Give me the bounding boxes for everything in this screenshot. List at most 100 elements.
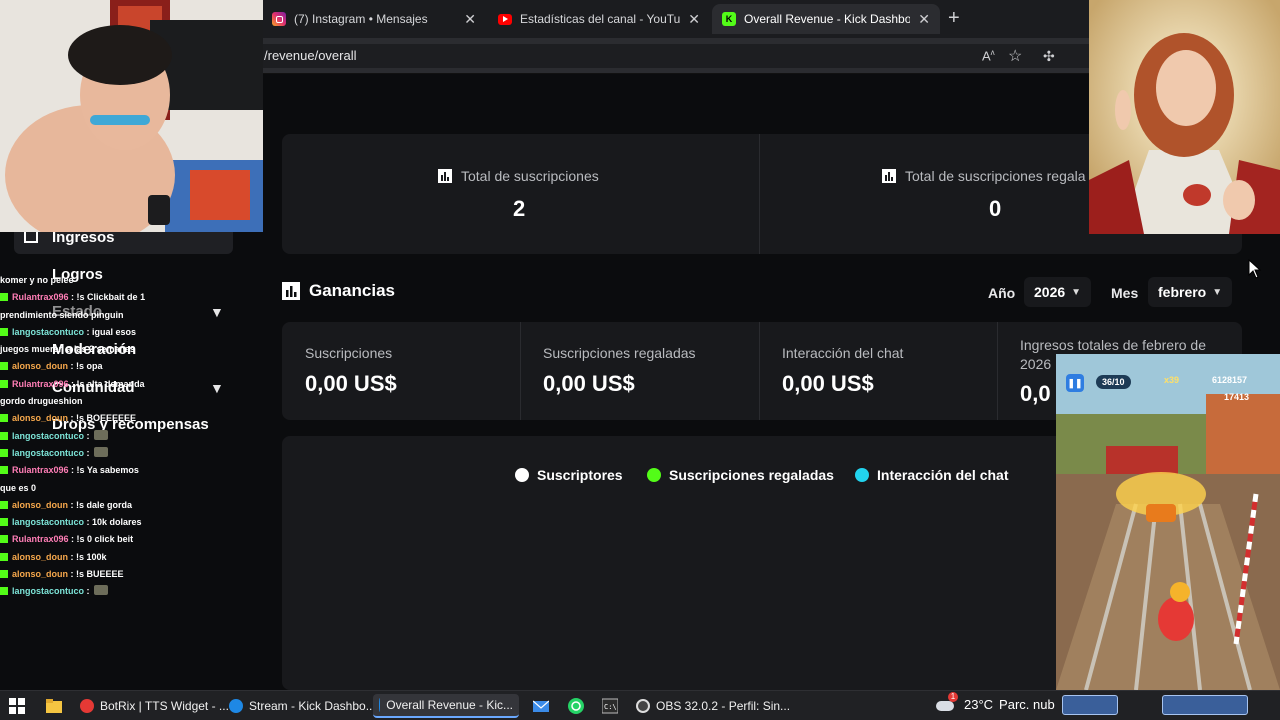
game-scene-image	[1056, 354, 1280, 690]
chat-username[interactable]: langostacontuco	[12, 431, 84, 441]
year-label: Año	[988, 285, 1016, 301]
extensions-icon[interactable]: ✣	[1043, 48, 1055, 65]
earnings-chat-value: 0,00 US$	[782, 371, 874, 396]
chat-text: : !s BOEEEEEE	[70, 413, 137, 424]
youtube-icon	[498, 13, 512, 25]
chat-message: langostacontuco : 10k dolares	[0, 514, 255, 531]
chat-text: gordo drugueshion	[0, 396, 83, 407]
tab-youtube[interactable]: Estadísticas del canal - YouTube St ✕	[488, 4, 710, 34]
earnings-total-value: 0,0	[1020, 381, 1051, 406]
portrait-image	[1089, 0, 1280, 234]
chat-message: langostacontuco :	[0, 583, 255, 600]
total-subscriptions-value: 2	[513, 196, 526, 221]
year-value: 2026	[1034, 284, 1066, 300]
gifted-subscriptions-label: Total de suscripciones regala	[882, 168, 1086, 184]
chat-username[interactable]: alonso_doun	[12, 413, 68, 423]
chat-username[interactable]: Rulantrax096	[12, 465, 69, 475]
chat-text: prendimiento siendo pinguin	[0, 309, 124, 320]
windows-taskbar: BotRix | TTS Widget - ... Stream - Kick …	[0, 690, 1280, 720]
close-icon[interactable]: ✕	[464, 11, 476, 28]
legend-gifted-subs[interactable]: Suscripciones regaladas	[647, 467, 834, 483]
coin-count: 17413	[1224, 392, 1250, 402]
chat-username[interactable]: alonso_doun	[12, 500, 68, 510]
chat-message: alonso_doun : !s BOEEEEEE	[0, 410, 255, 427]
chat-text: :	[86, 430, 90, 441]
kick-icon: K	[722, 12, 736, 26]
chat-emote	[93, 429, 108, 440]
earnings-title: Ganancias	[282, 281, 395, 301]
chat-text: :	[86, 586, 90, 597]
taskbar-app-stream-dashboard[interactable]: Stream - Kick Dashbo...	[223, 694, 382, 718]
earnings-gifted-label: Suscripciones regaladas	[543, 345, 696, 361]
chat-text: : 10k dolares	[86, 517, 142, 528]
chat-username[interactable]: alonso_doun	[12, 552, 68, 562]
chat-message: langostacontuco : igual esos	[0, 324, 255, 341]
weather-widget[interactable]: 1 23°C Parc. nub	[936, 692, 1055, 712]
taskbar-app-overall-revenue[interactable]: Overall Revenue - Kic...	[373, 694, 519, 718]
chat-text: : !s Clickbait de 1	[71, 292, 146, 303]
mail-icon[interactable]	[533, 698, 549, 714]
month-label: Mes	[1111, 285, 1139, 301]
chat-text: : !s BUEEEE	[70, 569, 124, 580]
kick-badge-icon	[0, 362, 8, 371]
earnings-title-text: Ganancias	[309, 281, 395, 300]
kick-badge-icon	[0, 327, 8, 336]
read-aloud-icon[interactable]: Aʌ	[982, 48, 995, 63]
kick-badge-icon	[0, 552, 8, 561]
chat-username[interactable]: alonso_doun	[12, 569, 68, 579]
close-icon[interactable]: ✕	[918, 11, 930, 28]
tab-kick-dashboard[interactable]: K Overall Revenue - Kick Dashboard ✕	[712, 4, 940, 34]
chat-text: : !s 0 click beit	[71, 534, 134, 545]
bar-chart-icon	[24, 231, 38, 243]
chat-text: : !s opa	[70, 361, 103, 372]
chat-message: alonso_doun : !s dale gorda	[0, 497, 255, 514]
close-icon[interactable]: ✕	[688, 11, 700, 28]
taskbar-app-obs[interactable]: OBS 32.0.2 - Perfil: Sin...	[630, 694, 796, 718]
new-tab-button[interactable]: +	[948, 8, 960, 28]
tab-label: Estadísticas del canal - YouTube St	[520, 12, 681, 26]
chat-emote	[93, 585, 108, 596]
botrix-icon	[80, 699, 94, 713]
divider	[759, 322, 760, 420]
chat-message: alonso_doun : !s opa	[0, 358, 255, 375]
taskbar-app-botrix[interactable]: BotRix | TTS Widget - ...	[74, 694, 235, 718]
mobile-game-overlay: ❚❚ 36/10 x39 6128157 17413	[1056, 354, 1280, 690]
mission-progress: 36/10	[1096, 375, 1131, 389]
kick-badge-icon	[0, 535, 8, 544]
favorite-star-icon[interactable]: ☆	[1008, 46, 1022, 66]
month-select[interactable]: febrero ▼	[1148, 277, 1233, 307]
temperature-text: 23°C	[964, 696, 994, 712]
year-select[interactable]: 2026 ▼	[1024, 277, 1092, 307]
chat-username[interactable]: Rulantrax096	[12, 534, 69, 544]
score-multiplier: x39	[1164, 375, 1180, 385]
earnings-chat-label: Interacción del chat	[782, 345, 904, 361]
chat-username[interactable]: langostacontuco	[12, 517, 84, 527]
chat-username[interactable]: Rulantrax096	[12, 292, 69, 302]
chat-message: gordo drugueshion	[0, 393, 255, 410]
chat-message: Rulantrax096 : !s Ya sabemos	[0, 462, 255, 479]
windows-start-icon[interactable]	[9, 698, 25, 714]
whatsapp-icon[interactable]	[568, 698, 584, 714]
chat-message: juegos mueren a las 2 semanas	[0, 341, 255, 358]
kick-badge-icon	[0, 500, 8, 509]
edge-icon	[379, 698, 381, 712]
chat-username[interactable]: Rulantrax096	[12, 379, 69, 389]
chat-username[interactable]: langostacontuco	[12, 327, 84, 337]
legend-chat-interaction[interactable]: Interacción del chat	[855, 467, 1008, 483]
legend-label: Suscriptores	[537, 467, 623, 483]
tab-instagram[interactable]: (7) Instagram • Mensajes ✕	[262, 4, 486, 34]
chat-username[interactable]: langostacontuco	[12, 448, 84, 458]
chat-message: prendimiento siendo pinguin	[0, 307, 255, 324]
chat-message: alonso_doun : !s BUEEEE	[0, 566, 255, 583]
file-explorer-icon[interactable]	[46, 698, 62, 714]
legend-swatch	[647, 468, 661, 482]
terminal-icon[interactable]: C:\	[602, 698, 618, 714]
pause-icon[interactable]: ❚❚	[1066, 374, 1084, 392]
legend-subscribers[interactable]: Suscriptores	[515, 467, 623, 483]
chat-text: juegos mueren a las 2 semanas	[0, 344, 136, 355]
game-powerup-overlay	[1162, 695, 1248, 715]
chat-text: :	[86, 447, 90, 458]
chat-username[interactable]: alonso_doun	[12, 361, 68, 371]
chat-username[interactable]: langostacontuco	[12, 586, 84, 596]
kick-badge-icon	[0, 379, 8, 388]
